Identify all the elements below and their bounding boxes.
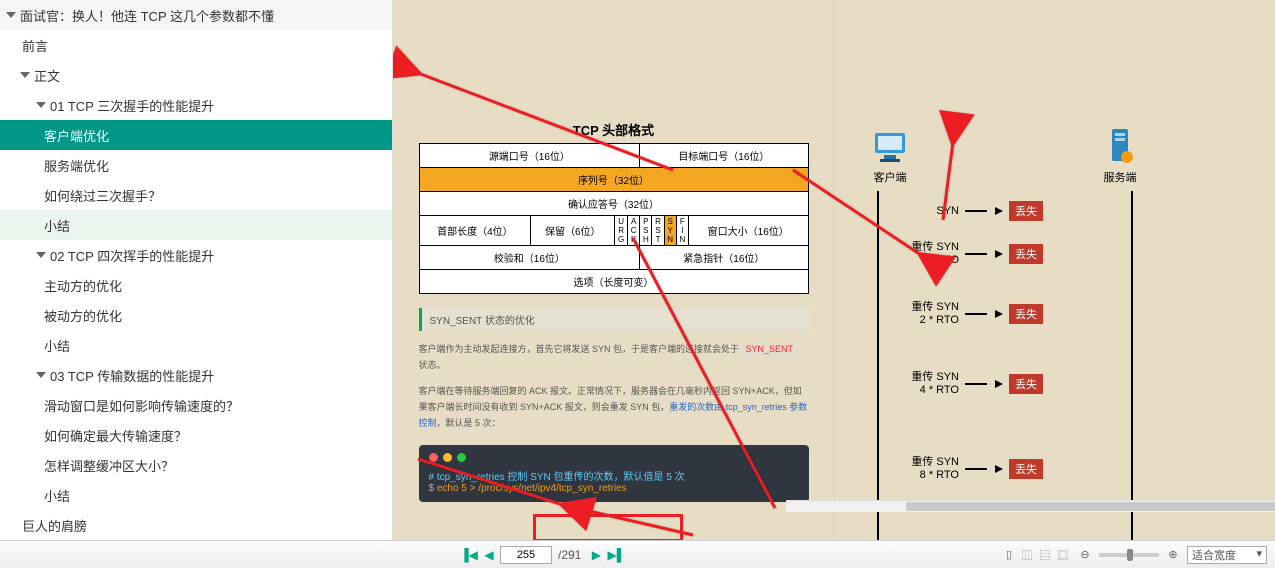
tcp-src-port: 源端口号（16位）: [419, 144, 640, 168]
tcp-ack: 确认应答号（32位）: [419, 192, 808, 216]
page-input[interactable]: [500, 546, 552, 564]
outline-item[interactable]: 如何确定最大传输速度？: [0, 420, 392, 450]
horizontal-scrollbar[interactable]: [786, 500, 1275, 512]
outline-item[interactable]: 01 TCP 三次握手的性能提升: [0, 90, 392, 120]
paragraph-1: 客户端作为主动发起连接方，首先它将发送 SYN 包，于是客户端的连接就会处于 S…: [419, 341, 809, 373]
zoom-slider[interactable]: [1099, 553, 1159, 557]
outline-item-label: 如何确定最大传输速度？: [44, 426, 187, 445]
outline-item[interactable]: 03 TCP 传输数据的性能提升: [0, 360, 392, 390]
page-right: 客户端 服务端 SYN丢失重传 SYNRTO丢失重传 SYN2 * RTO丢失重…: [835, 0, 1274, 540]
tcp-flag: FIN: [676, 216, 688, 246]
lost-badge: 丢失: [1009, 201, 1043, 221]
tcp-flag: URG: [615, 216, 628, 246]
server-host: 服务端: [1100, 125, 1140, 185]
timeline-event: 重传 SYN4 * RTO丢失: [887, 371, 1043, 397]
outline-item[interactable]: 怎样调整缓冲区大小？: [0, 450, 392, 480]
outline-item-label: 小结: [44, 216, 70, 235]
outline-item-label: 巨人的肩膀: [22, 516, 87, 535]
lost-badge: 丢失: [1009, 374, 1043, 394]
tcp-hdrlen: 首部长度（4位）: [419, 216, 531, 246]
outline-item-label: 小结: [44, 486, 70, 505]
outline-item-label: 小结: [44, 336, 70, 355]
outline-item-label: 正文: [34, 66, 60, 85]
tcp-reserved: 保留（6位）: [531, 216, 615, 246]
outline-item-label: 客户端优化: [44, 126, 109, 145]
first-page-button[interactable]: ▐◀: [460, 546, 478, 564]
tcp-flag: ACK: [628, 216, 640, 246]
outline-item[interactable]: 前言: [0, 30, 392, 60]
tcp-header-table: 源端口号（16位）目标端口号（16位） 序列号（32位） 确认应答号（32位） …: [419, 143, 809, 294]
tcp-flag: PSH: [640, 216, 652, 246]
zoom-select[interactable]: 适合宽度 ▾: [1187, 546, 1267, 564]
client-label: 客户端: [870, 169, 910, 185]
tcp-chk: 校验和（16位）: [419, 246, 640, 270]
outline-item-label: 如何绕过三次握手？: [44, 186, 161, 205]
page-left: TCP 头部格式 源端口号（16位）目标端口号（16位） 序列号（32位） 确认…: [394, 0, 833, 540]
outline-item[interactable]: 被动方的优化: [0, 300, 392, 330]
outline-item[interactable]: 巨人的肩膀: [0, 510, 392, 540]
outline-item[interactable]: 小结: [0, 480, 392, 510]
timeline-event: SYN丢失: [887, 201, 1043, 221]
client-host: 客户端: [870, 125, 910, 185]
outline-item[interactable]: 如何绕过三次握手？: [0, 180, 392, 210]
outline-item[interactable]: 服务端优化: [0, 150, 392, 180]
outline-item-label: 被动方的优化: [44, 306, 122, 325]
page-total: /291: [554, 548, 585, 562]
outline-item-label: 怎样调整缓冲区大小？: [44, 456, 174, 475]
timeline: SYN丢失重传 SYNRTO丢失重传 SYN2 * RTO丢失重传 SYN4 *…: [877, 191, 1133, 540]
section-bar: SYN_SENT 状态的优化: [419, 308, 809, 331]
view-continuous-icon[interactable]: ⿳: [1037, 547, 1053, 563]
tcp-dst-port: 目标端口号（16位）: [640, 144, 808, 168]
outline-item-label: 01 TCP 三次握手的性能提升: [50, 96, 214, 115]
zoom-out-button[interactable]: ⊖: [1077, 547, 1093, 563]
view-single-icon[interactable]: ▯: [1001, 547, 1017, 563]
outline-item[interactable]: 02 TCP 四次挥手的性能提升: [0, 240, 392, 270]
server-icon: [1100, 125, 1140, 165]
prev-page-button[interactable]: ◀: [480, 546, 498, 564]
outline-item-label: 主动方的优化: [44, 276, 122, 295]
tcp-opt: 选项（长度可变）: [419, 270, 808, 294]
lost-badge: 丢失: [1009, 459, 1043, 479]
outline-sidebar[interactable]: 面试官：换人！他连 TCP 这几个参数都不懂前言正文 01 TCP 三次握手的性能…: [0, 0, 393, 540]
tcp-win: 窗口大小（16位）: [688, 216, 808, 246]
view-grid-icon[interactable]: ⿴: [1055, 547, 1071, 563]
tcp-seq: 序列号（32位）: [419, 168, 808, 192]
view-facing-icon[interactable]: ⿲: [1019, 547, 1035, 563]
outline-item[interactable]: 客户端优化: [0, 120, 392, 150]
last-page-button[interactable]: ▶▌: [607, 546, 625, 564]
timeline-event: 重传 SYN8 * RTO丢失: [887, 456, 1043, 482]
timeline-event: 重传 SYN2 * RTO丢失: [887, 301, 1043, 327]
outline-item[interactable]: 滑动窗口是如何影响传输速度的？: [0, 390, 392, 420]
outline-item-label: 03 TCP 传输数据的性能提升: [50, 366, 214, 385]
document-viewport: TCP 头部格式 源端口号（16位）目标端口号（16位） 序列号（32位） 确认…: [393, 0, 1275, 540]
zoom-in-button[interactable]: ⊕: [1165, 547, 1181, 563]
outline-item-label: 服务端优化: [44, 156, 109, 175]
next-page-button[interactable]: ▶: [587, 546, 605, 564]
outline-item[interactable]: 小结: [0, 210, 392, 240]
server-label: 服务端: [1100, 169, 1140, 185]
lost-badge: 丢失: [1009, 244, 1043, 264]
outline-item[interactable]: 面试官：换人！他连 TCP 这几个参数都不懂: [0, 0, 392, 30]
tcp-flag: RST: [652, 216, 664, 246]
status-bar: ▐◀ ◀ /291 ▶ ▶▌ ▯ ⿲ ⿳ ⿴ ⊖ ⊕ 适合宽度 ▾: [0, 540, 1275, 568]
terminal-block: # tcp_syn_retries 控制 SYN 包重传的次数，默认值是 5 次…: [419, 445, 809, 502]
tcp-flag-syn: SYN: [664, 216, 676, 246]
outline-item[interactable]: 主动方的优化: [0, 270, 392, 300]
outline-item-label: 前言: [22, 36, 48, 55]
outline-item-label: 02 TCP 四次挥手的性能提升: [50, 246, 214, 265]
paragraph-2: 客户端在等待服务端回复的 ACK 报文。正常情况下，服务器会在几毫秒内返回 SY…: [419, 383, 809, 431]
lost-badge: 丢失: [1009, 304, 1043, 324]
outline-item-label: 面试官：换人！他连 TCP 这几个参数都不懂: [20, 6, 274, 25]
outline-item[interactable]: 小结: [0, 330, 392, 360]
timeline-event: 重传 SYNRTO丢失: [887, 241, 1043, 267]
client-icon: [870, 125, 910, 165]
tcp-urg: 紧急指针（16位）: [640, 246, 808, 270]
tcp-header-title: TCP 头部格式: [419, 120, 809, 139]
outline-item-label: 滑动窗口是如何影响传输速度的？: [44, 396, 239, 415]
outline-item[interactable]: 正文: [0, 60, 392, 90]
